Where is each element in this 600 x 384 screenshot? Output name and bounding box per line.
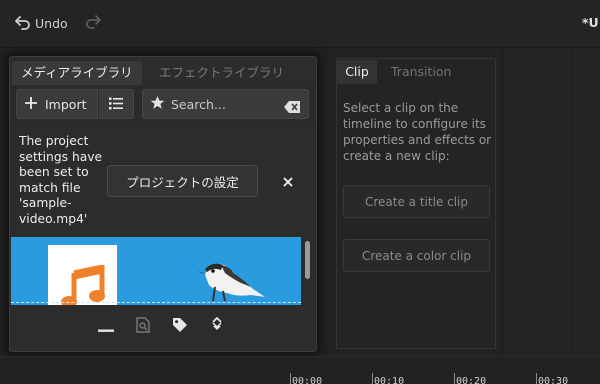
media-item-audio[interactable] [48,245,117,305]
bird-thumbnail [191,263,269,305]
tab-effects-library[interactable]: エフェクトライブラリ [159,61,284,85]
close-icon [283,172,293,191]
ruler-tick-mark [536,373,537,384]
create-color-clip-button[interactable]: Create a color clip [343,239,490,272]
clear-search-icon[interactable] [284,98,300,117]
ruler-tick-mark [290,373,291,384]
preview-file-icon [136,317,150,337]
ruler-tick-mark [454,373,455,384]
preview-file-button[interactable] [133,317,153,337]
project-title: *U [582,15,599,30]
media-bottom-toolbar [11,310,315,344]
redo-button[interactable] [84,12,102,34]
selection-indicator [11,302,301,303]
search-box[interactable] [142,89,309,119]
list-icon [109,95,123,114]
plus-icon [24,96,38,113]
remove-icon [98,318,114,337]
ruler-tick-mark [372,373,373,384]
undo-label: Undo [35,15,68,31]
ruler-tick-label: 00:30 [538,376,569,384]
import-button[interactable]: Import [16,89,98,119]
undo-icon [14,14,32,33]
project-settings-button[interactable]: プロジェクトの設定 [107,165,258,197]
media-thumbnails [11,237,301,305]
undo-button[interactable]: Undo [14,12,68,34]
tab-clip[interactable]: Clip [337,60,377,84]
viewer-panel [502,48,600,356]
create-title-clip-button[interactable]: Create a title clip [343,185,490,218]
viewer-divider [572,48,573,356]
search-input[interactable] [171,96,271,112]
ruler-tick-label: 00:20 [456,376,487,384]
tag-button[interactable] [170,317,190,337]
tab-media-library[interactable]: メディアライブラリ [12,61,142,85]
tag-icon [172,317,188,337]
dismiss-notice-button[interactable] [279,172,297,190]
media-item-video[interactable] [191,255,269,305]
clip-panel-hint: Select a clip on the timeline to configu… [343,101,492,163]
music-note-icon [60,263,108,305]
ruler-tick-label: 00:00 [292,376,323,384]
ruler-tick-label: 00:10 [374,376,405,384]
list-view-button[interactable] [98,89,134,119]
media-scrollbar-thumb[interactable] [305,241,310,279]
star-icon[interactable] [150,95,165,114]
redo-icon [84,13,102,33]
project-settings-notice: The project settings have been set to ma… [19,134,103,226]
remove-button[interactable] [96,317,116,337]
sort-icon [211,316,223,337]
import-label: Import [45,96,87,112]
sort-button[interactable] [207,316,227,337]
tab-transition[interactable]: Transition [391,60,451,84]
